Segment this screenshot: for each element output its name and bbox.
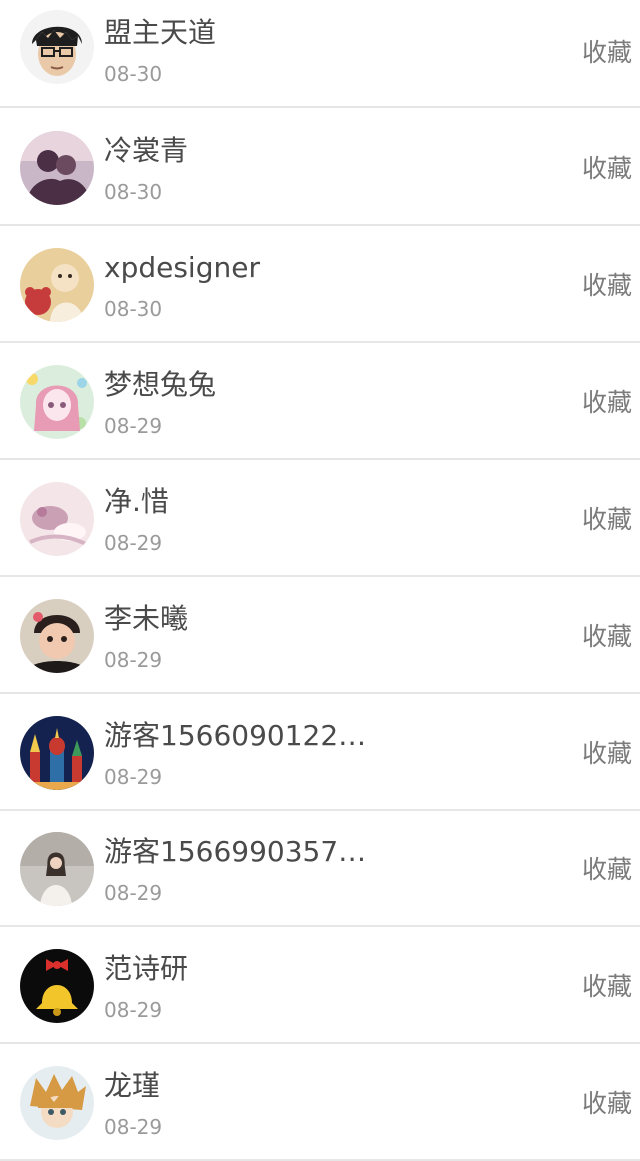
collect-button[interactable]: 收藏 — [582, 972, 632, 1002]
avatar[interactable] — [20, 716, 94, 790]
avatar-anime-girl-icon — [20, 365, 94, 439]
avatar[interactable] — [20, 949, 94, 1023]
avatar-couple-photo-icon — [20, 131, 94, 205]
avatar[interactable] — [20, 248, 94, 322]
item-date: 08-29 — [104, 531, 163, 555]
list-item[interactable]: 游客1566090122… 08-29 收藏 — [0, 695, 640, 811]
collect-button[interactable]: 收藏 — [582, 505, 632, 535]
avatar[interactable] — [20, 1066, 94, 1140]
avatar-anime-blond-boy-icon — [20, 1066, 94, 1140]
list-item[interactable]: 龙瑾 08-29 收藏 — [0, 1045, 640, 1161]
user-name: 盟主天道 — [104, 16, 217, 49]
avatar-anime-boy-glasses-icon — [20, 10, 94, 84]
user-name: 李未曦 — [104, 602, 189, 635]
collect-button[interactable]: 收藏 — [582, 622, 632, 652]
collect-button[interactable]: 收藏 — [582, 1089, 632, 1119]
item-date: 08-29 — [104, 1115, 163, 1139]
item-date: 08-30 — [104, 180, 163, 204]
list-item[interactable]: 李未曦 08-29 收藏 — [0, 578, 640, 694]
avatar-pastel-drawing-icon — [20, 482, 94, 556]
list-item[interactable]: 梦想兔兔 08-29 收藏 — [0, 344, 640, 460]
list-item[interactable]: xpdesigner 08-30 收藏 — [0, 227, 640, 343]
user-name: 范诗研 — [104, 952, 189, 985]
avatar-baby-photo-icon — [20, 599, 94, 673]
avatar[interactable] — [20, 482, 94, 556]
avatar[interactable] — [20, 832, 94, 906]
user-name: 游客1566090122… — [104, 719, 367, 752]
collect-button[interactable]: 收藏 — [582, 739, 632, 769]
avatar[interactable] — [20, 365, 94, 439]
avatar-night-cathedral-icon — [20, 716, 94, 790]
list-item[interactable]: 净.惜 08-29 收藏 — [0, 461, 640, 577]
user-name: 游客1566990357… — [104, 835, 367, 868]
collect-button[interactable]: 收藏 — [582, 855, 632, 885]
collect-button[interactable]: 收藏 — [582, 388, 632, 418]
avatar-baby-teddy-icon — [20, 248, 94, 322]
user-name: 冷裳青 — [104, 134, 189, 167]
item-date: 08-29 — [104, 998, 163, 1022]
item-date: 08-29 — [104, 648, 163, 672]
avatar[interactable] — [20, 131, 94, 205]
user-name: 梦想兔兔 — [104, 368, 217, 401]
list-item[interactable]: 冷裳青 08-30 收藏 — [0, 110, 640, 226]
collect-button[interactable]: 收藏 — [582, 38, 632, 68]
avatar-girl-in-white-icon — [20, 832, 94, 906]
avatar[interactable] — [20, 599, 94, 673]
collect-button[interactable]: 收藏 — [582, 154, 632, 184]
user-name: 龙瑾 — [104, 1069, 161, 1102]
item-date: 08-29 — [104, 881, 163, 905]
collect-button[interactable]: 收藏 — [582, 271, 632, 301]
list-item[interactable]: 盟主天道 08-30 收藏 — [0, 0, 640, 108]
favorites-user-list: 盟主天道 08-30 收藏 冷裳青 08-30 收藏 xpdesigner 08… — [0, 0, 640, 1161]
item-date: 08-29 — [104, 414, 163, 438]
user-name: xpdesigner — [104, 251, 260, 284]
list-item[interactable]: 游客1566990357… 08-29 收藏 — [0, 811, 640, 927]
item-date: 08-30 — [104, 297, 163, 321]
avatar[interactable] — [20, 10, 94, 84]
item-date: 08-30 — [104, 62, 163, 86]
avatar-bell-icon — [20, 949, 94, 1023]
list-item[interactable]: 范诗研 08-29 收藏 — [0, 928, 640, 1044]
item-date: 08-29 — [104, 765, 163, 789]
user-name: 净.惜 — [104, 485, 169, 518]
